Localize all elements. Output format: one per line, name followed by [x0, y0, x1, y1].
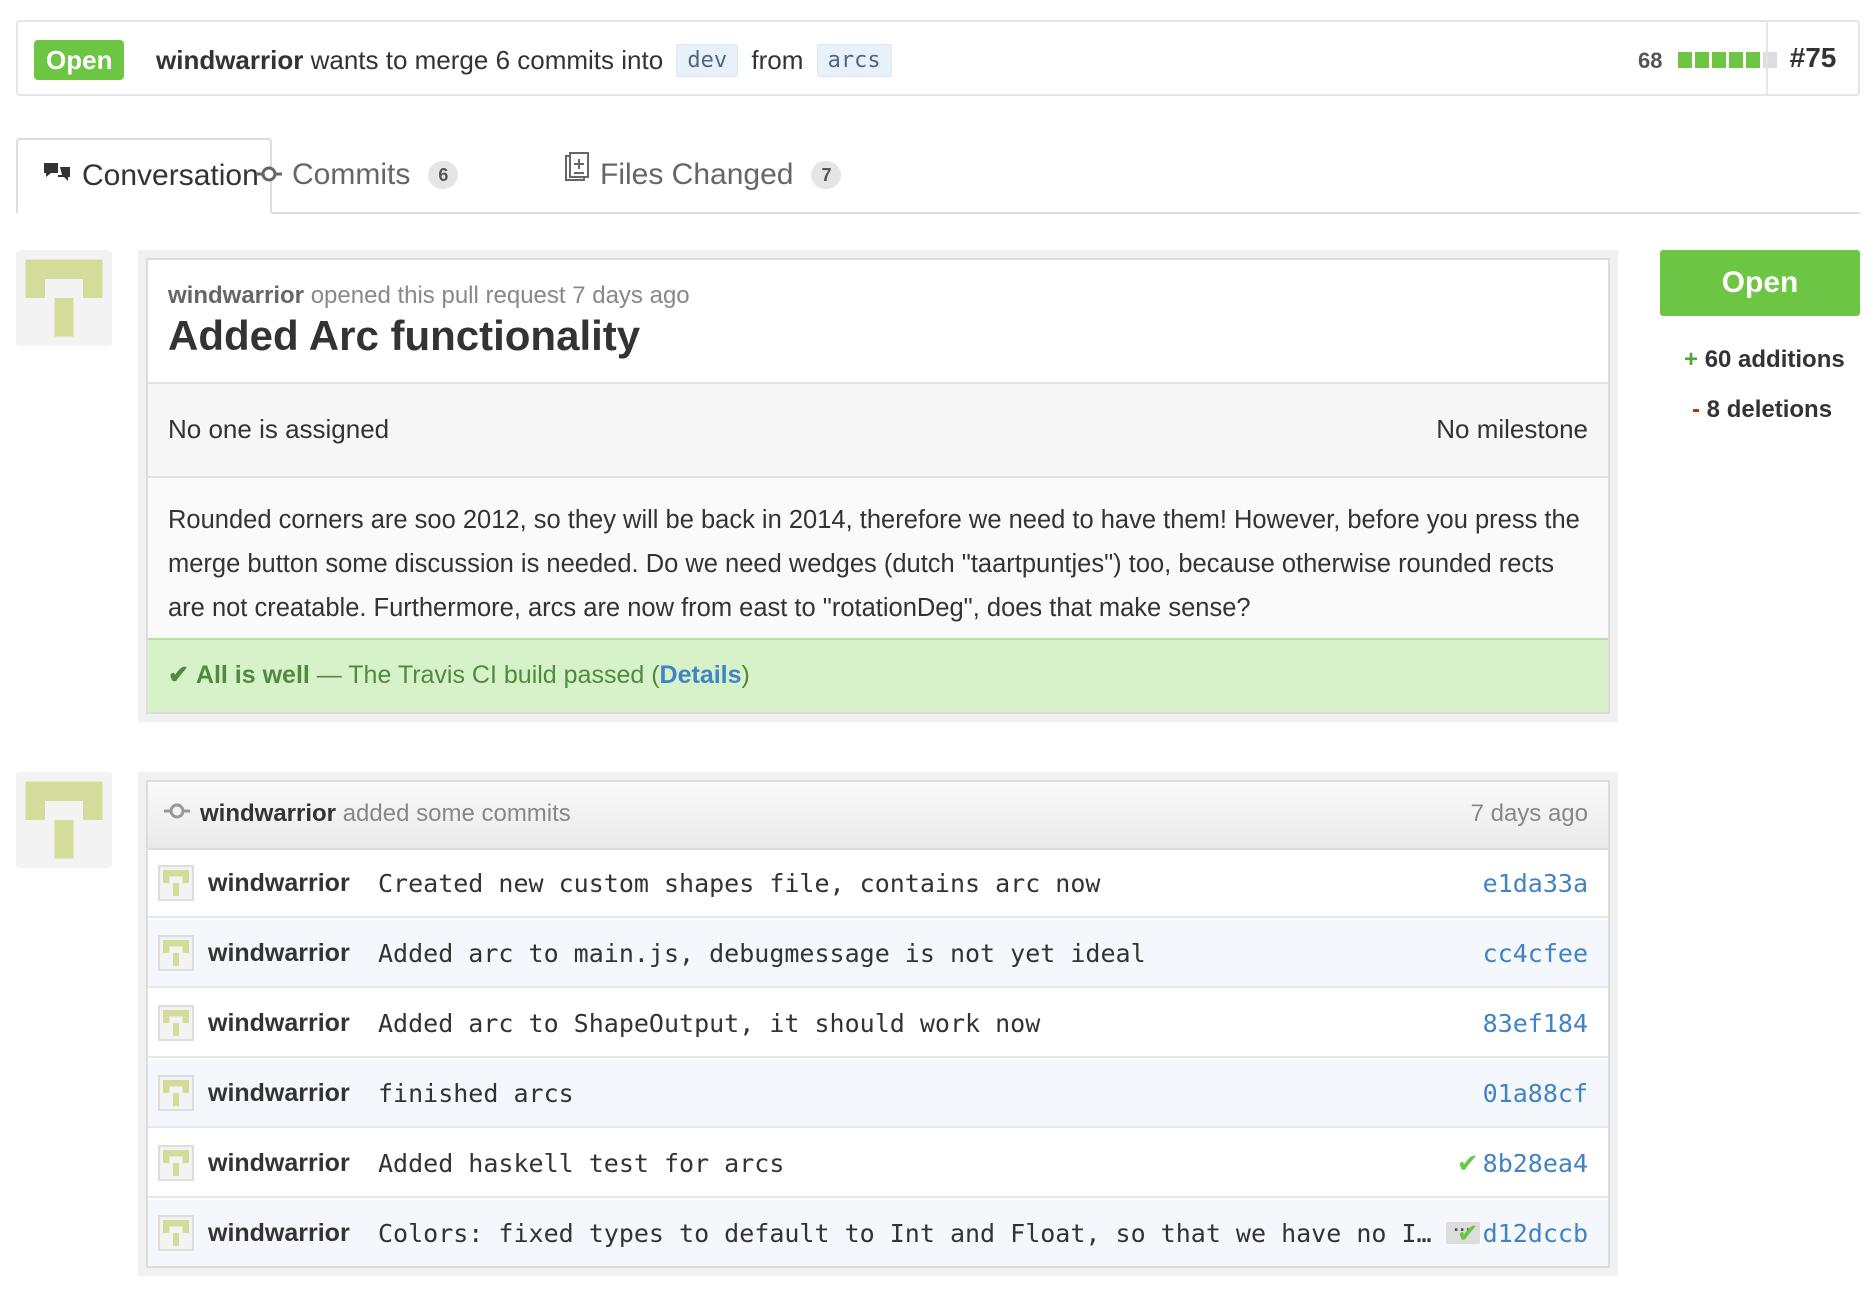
- commit-sha[interactable]: 83ef184: [1483, 1009, 1588, 1038]
- tab-bar: Conversation Commits 6 Files Changed 7: [16, 138, 1860, 214]
- commit-author[interactable]: windwarrior: [208, 869, 378, 898]
- avatar[interactable]: [158, 1145, 194, 1181]
- commits-header: windwarrior added some commits 7 days ag…: [148, 782, 1608, 850]
- pr-description: windwarrior opened this pull request 7 d…: [138, 250, 1618, 722]
- commit-sha[interactable]: cc4cfee: [1483, 939, 1588, 968]
- ci-success-check-icon[interactable]: ✔: [1457, 1218, 1479, 1249]
- base-branch[interactable]: dev: [676, 44, 739, 77]
- commit-sha[interactable]: 8b28ea4: [1483, 1149, 1588, 1178]
- tab-label: Commits: [292, 158, 411, 191]
- avatar[interactable]: [16, 772, 112, 868]
- comment-discussion-icon: [42, 140, 72, 212]
- diffstat-bar: [1678, 52, 1777, 68]
- commit-author[interactable]: windwarrior: [208, 939, 378, 968]
- commit-message[interactable]: finished arcs: [378, 1079, 574, 1108]
- diff-icon: [564, 139, 590, 211]
- tab-conversation[interactable]: Conversation: [16, 138, 272, 214]
- commits-time: 7 days ago: [1470, 800, 1588, 827]
- additions-text: 60 additions: [1704, 346, 1845, 373]
- deletions-text: 8 deletions: [1706, 396, 1833, 423]
- commit-row: windwarrior Added arc to ShapeOutput, it…: [148, 990, 1608, 1058]
- avatar[interactable]: [16, 250, 112, 346]
- from-text: from: [751, 45, 804, 75]
- commit-row: windwarrior finished arcs 01a88cf: [148, 1060, 1608, 1128]
- state-button: Open: [1660, 250, 1860, 316]
- ci-status: ✔ All is well — The Travis CI build pass…: [148, 638, 1608, 712]
- tab-files-changed[interactable]: Files Changed 7: [564, 138, 842, 212]
- tab-label: Files Changed: [600, 158, 794, 191]
- milestone[interactable]: No milestone: [1436, 414, 1588, 445]
- commit-row: windwarrior Created new custom shapes fi…: [148, 850, 1608, 918]
- avatar[interactable]: [158, 1075, 194, 1111]
- commit-author[interactable]: windwarrior: [208, 1149, 378, 1178]
- discussion-header: windwarrior opened this pull request 7 d…: [148, 260, 1608, 384]
- diffstat-count: 68: [1638, 48, 1663, 73]
- git-commit-icon: [256, 139, 282, 211]
- meta-row: No one is assigned No milestone: [148, 384, 1608, 478]
- merge-text: wants to merge 6 commits into: [310, 45, 664, 75]
- deletions-count: - 8 deletions: [1692, 396, 1832, 424]
- avatar[interactable]: [158, 865, 194, 901]
- ci-text: — The Travis CI build passed (: [316, 661, 660, 689]
- tab-label: Conversation: [82, 159, 259, 192]
- state-badge: Open: [34, 40, 125, 80]
- opened-text: opened this pull request 7 days ago: [310, 282, 690, 309]
- avatar[interactable]: [158, 1005, 194, 1041]
- additions-count: + 60 additions: [1684, 346, 1845, 374]
- commit-message[interactable]: Added arc to main.js, debugmessage is no…: [378, 939, 1146, 968]
- commit-row: windwarrior Added arc to main.js, debugm…: [148, 920, 1608, 988]
- commit-sha[interactable]: e1da33a: [1483, 869, 1588, 898]
- commit-row: windwarrior Colors: fixed types to defau…: [148, 1200, 1608, 1266]
- commit-author[interactable]: windwarrior: [208, 1079, 378, 1108]
- commit-author[interactable]: windwarrior: [208, 1009, 378, 1038]
- tab-count: 6: [428, 161, 459, 189]
- commit-author[interactable]: windwarrior: [208, 1219, 378, 1248]
- merge-summary: windwarrior wants to merge 6 commits int…: [156, 44, 898, 77]
- opened-line: windwarrior opened this pull request 7 d…: [168, 282, 690, 310]
- commit-sha[interactable]: d12dccb: [1483, 1219, 1588, 1248]
- author-link[interactable]: windwarrior: [156, 45, 303, 75]
- commit-message[interactable]: Created new custom shapes file, contains…: [378, 869, 1100, 898]
- assignee[interactable]: No one is assigned: [168, 414, 389, 445]
- commit-message[interactable]: Added haskell test for arcs: [378, 1149, 784, 1178]
- diffstat-block: [1729, 52, 1743, 68]
- ci-strong: All is well: [195, 661, 310, 689]
- ci-success-check-icon[interactable]: ✔: [1457, 1148, 1479, 1179]
- avatar[interactable]: [158, 1215, 194, 1251]
- author-link[interactable]: windwarrior: [200, 800, 336, 827]
- avatar[interactable]: [158, 935, 194, 971]
- additions-sign: +: [1684, 346, 1699, 373]
- diffstat-block: [1695, 52, 1709, 68]
- pr-body-text: Rounded corners are soo 2012, so they wi…: [168, 506, 1580, 622]
- ci-details-link[interactable]: Details: [660, 661, 742, 689]
- deletions-sign: -: [1692, 396, 1700, 423]
- diffstat-block: [1678, 52, 1692, 68]
- author-link[interactable]: windwarrior: [168, 282, 304, 309]
- tab-count: 7: [811, 161, 842, 189]
- git-commit-icon: [164, 800, 190, 828]
- ci-close: ): [741, 661, 750, 689]
- commit-message[interactable]: Colors: fixed types to default to Int an…: [378, 1219, 1432, 1248]
- check-icon: ✔: [168, 661, 189, 689]
- commits-list: windwarrior added some commits 7 days ag…: [138, 772, 1618, 1276]
- pr-body: Rounded corners are soo 2012, so they wi…: [148, 478, 1608, 650]
- pr-header: Open windwarrior wants to merge 6 commit…: [16, 20, 1860, 96]
- commit-sha[interactable]: 01a88cf: [1483, 1079, 1588, 1108]
- commit-row: windwarrior Added haskell test for arcs …: [148, 1130, 1608, 1198]
- commits-action: added some commits: [342, 800, 571, 827]
- diffstat-block: [1712, 52, 1726, 68]
- head-branch[interactable]: arcs: [816, 44, 892, 77]
- pr-number[interactable]: #75: [1766, 22, 1858, 94]
- diffstat-block: [1746, 52, 1760, 68]
- tab-commits[interactable]: Commits 6: [256, 138, 459, 212]
- commit-message[interactable]: Added arc to ShapeOutput, it should work…: [378, 1009, 1040, 1038]
- pr-title: Added Arc functionality: [168, 312, 641, 359]
